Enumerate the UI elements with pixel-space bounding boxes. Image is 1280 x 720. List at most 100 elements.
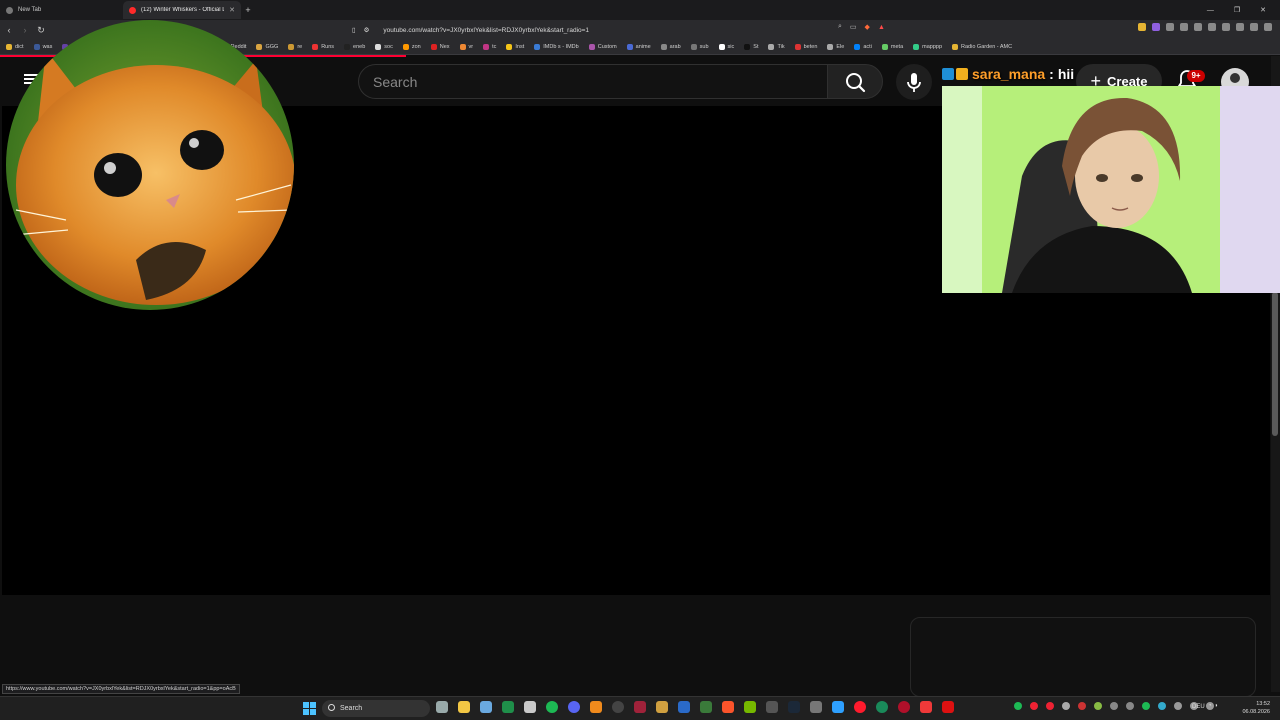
bookmark-item[interactable]: sub	[690, 44, 709, 50]
site-info-icon[interactable]: ⚙	[364, 26, 370, 34]
bookmark-item[interactable]: GGG	[256, 44, 278, 50]
spotify-icon[interactable]	[546, 701, 558, 713]
tray-icon[interactable]	[1094, 702, 1102, 710]
tray-icon[interactable]	[1030, 702, 1038, 710]
app-icon[interactable]	[678, 701, 690, 713]
forward-icon[interactable]: ›	[18, 25, 32, 35]
windows-start-icon[interactable]	[303, 702, 316, 715]
back-icon[interactable]: ‹	[2, 25, 16, 35]
app-icon[interactable]	[810, 701, 822, 713]
opera-icon[interactable]	[854, 701, 866, 713]
tray-icon[interactable]	[1062, 702, 1070, 710]
bookmark-item[interactable]: St	[744, 44, 758, 50]
bookmark-item[interactable]: Inst	[506, 44, 524, 50]
nvidia-icon[interactable]	[744, 701, 756, 713]
taskbar-search[interactable]: Search	[322, 700, 430, 717]
extension-icon[interactable]	[1138, 23, 1146, 31]
opera-gx-icon[interactable]	[898, 701, 910, 713]
volume-network-icons[interactable]: ◔◗	[1208, 703, 1221, 709]
tray-icon[interactable]	[1142, 702, 1150, 710]
bookmark-item[interactable]: vr	[459, 44, 473, 50]
media-player-icon[interactable]	[612, 701, 624, 713]
minimize-icon[interactable]: —	[1207, 7, 1214, 14]
bookmark-item[interactable]: Tik	[768, 44, 785, 50]
extension-icon[interactable]	[1194, 23, 1202, 31]
tray-icon[interactable]	[1174, 702, 1182, 710]
scrollbar-thumb[interactable]	[1272, 292, 1278, 436]
bookmark-item[interactable]: anime	[626, 44, 651, 50]
menu-icon[interactable]	[1264, 23, 1272, 31]
tray-icon[interactable]	[1158, 702, 1166, 710]
close-window-icon[interactable]: ✕	[1260, 6, 1266, 14]
bookmark-item[interactable]: eneb	[344, 44, 365, 50]
close-tab-icon[interactable]: ✕	[229, 6, 235, 14]
file-explorer-icon[interactable]	[458, 701, 470, 713]
bookmark-item[interactable]: Runs	[312, 44, 334, 50]
bookmark-item[interactable]: Radio Garden - AMC	[952, 44, 1012, 50]
brave-icon[interactable]	[722, 701, 734, 713]
app-icon[interactable]	[524, 701, 536, 713]
bookmark-item[interactable]: re	[288, 44, 302, 50]
bookmark-item[interactable]: soc	[375, 44, 393, 50]
voice-search-button[interactable]	[896, 64, 932, 100]
tray-icon[interactable]	[1110, 702, 1118, 710]
address-bar[interactable]: ▯ ⚙ youtube.com/watch?v=JX0yrbxlYek&list…	[352, 22, 912, 38]
bookmark-item[interactable]: acti	[854, 44, 872, 50]
maximize-icon[interactable]: ❐	[1234, 6, 1240, 14]
bookmark-item[interactable]: Nex	[430, 44, 450, 50]
bookmark-item[interactable]: was	[33, 44, 52, 50]
vivaldi-icon[interactable]	[920, 701, 932, 713]
bookmark-item[interactable]: Custom	[588, 44, 617, 50]
tab-new-tab[interactable]: New Tab	[0, 1, 123, 19]
extension-icon[interactable]	[1208, 23, 1216, 31]
vlc-icon[interactable]	[590, 701, 602, 713]
cast-icon[interactable]: ▭	[850, 23, 857, 31]
rewards-icon[interactable]: ▲	[878, 24, 885, 31]
search-button[interactable]	[827, 64, 883, 99]
brave-shield-icon[interactable]: ◆	[865, 23, 870, 31]
extension-icon[interactable]	[1250, 23, 1258, 31]
bookmark-item[interactable]: IMDb s - IMDb	[534, 44, 579, 50]
app-icon[interactable]	[832, 701, 844, 713]
app-icon[interactable]	[700, 701, 712, 713]
steam-icon[interactable]	[788, 701, 800, 713]
new-tab-button[interactable]: +	[241, 5, 255, 15]
bookmark-item[interactable]: tc	[483, 44, 496, 50]
bookmark-icon[interactable]: ▯	[352, 26, 356, 34]
bookmark-item[interactable]: dict	[6, 44, 24, 50]
excel-icon[interactable]	[502, 701, 514, 713]
bookmark-item[interactable]: zon	[402, 44, 421, 50]
bookmark-item[interactable]: arab	[660, 44, 681, 50]
search-field[interactable]	[358, 64, 828, 99]
extension-icon[interactable]	[1180, 23, 1188, 31]
tray-icon[interactable]	[1046, 702, 1054, 710]
bookmark-item[interactable]: mapppp	[913, 44, 942, 50]
search-icon	[846, 73, 866, 93]
bookmark-item[interactable]: sic	[718, 44, 734, 50]
zoom-icon[interactable]: ⌕	[838, 23, 842, 31]
discord-icon[interactable]	[568, 701, 580, 713]
tab-youtube[interactable]: (12) Winter Whiskers - Official D ✕	[123, 1, 241, 19]
settings-app-icon[interactable]	[436, 701, 448, 713]
reload-icon[interactable]: ↻	[34, 25, 48, 36]
bookmark-item[interactable]: beten	[794, 44, 817, 50]
clock[interactable]: 13:52 06.08.2026	[1238, 700, 1270, 716]
app-icon[interactable]	[634, 701, 646, 713]
extension-icon[interactable]	[1222, 23, 1230, 31]
tray-icon[interactable]	[1014, 702, 1022, 710]
extension-icon[interactable]	[1152, 23, 1160, 31]
app-icon[interactable]	[656, 701, 668, 713]
tray-icon[interactable]	[1078, 702, 1086, 710]
app-icon[interactable]	[942, 701, 954, 713]
app-icon[interactable]	[766, 701, 778, 713]
search-input[interactable]	[359, 65, 828, 98]
bookmark-item[interactable]: meta	[881, 44, 903, 50]
bookmark-item[interactable]: Ele	[827, 44, 844, 50]
extension-icon[interactable]	[1166, 23, 1174, 31]
extension-icon[interactable]	[1236, 23, 1244, 31]
tray-icon[interactable]	[1126, 702, 1134, 710]
app-icon[interactable]	[876, 701, 888, 713]
input-language[interactable]: DEU	[1192, 704, 1205, 710]
app-icon[interactable]	[480, 701, 492, 713]
cat-image	[6, 20, 294, 310]
